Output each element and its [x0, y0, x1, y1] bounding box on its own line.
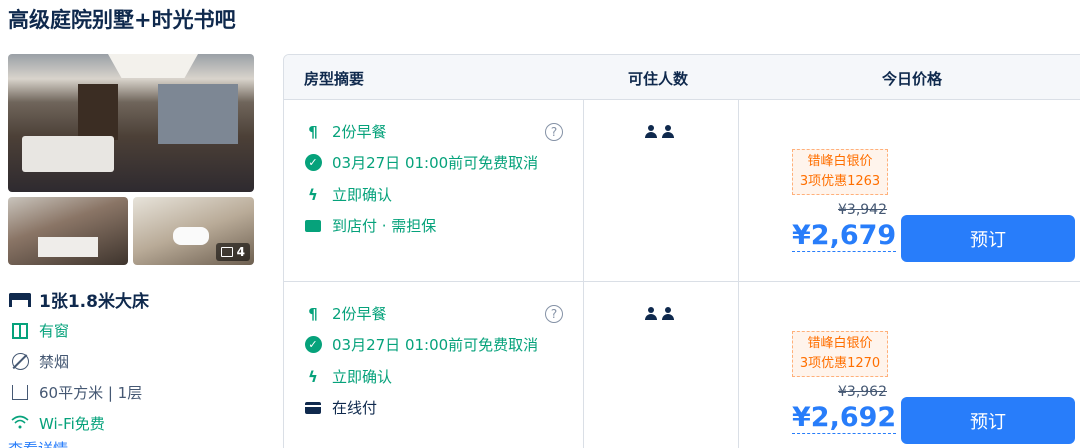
original-price: ¥3,962 — [838, 384, 887, 400]
lightning-icon: ϟ — [308, 185, 318, 204]
cancel-perk: ✓ 03月27日 01:00前可免费取消 — [304, 334, 538, 355]
header-occupancy: 可住人数 — [628, 70, 689, 88]
confirm-perk: ϟ 立即确认 — [304, 184, 392, 205]
rate-row: ¶ 2份早餐 ? ✓ 03月27日 01:00前可免费取消 ϟ 立即确认 在线付… — [284, 282, 1080, 448]
help-icon[interactable]: ? — [545, 305, 563, 323]
area-icon — [12, 385, 28, 400]
image-icon — [220, 247, 233, 257]
person-icon — [645, 125, 657, 139]
room-title: 高级庭院别墅+时光书吧 — [8, 8, 236, 32]
promo-detail: 3项优惠1263 — [799, 174, 881, 189]
wifi-text: Wi-Fi免费 — [39, 415, 105, 433]
rate-table: 房型摘要 可住人数 今日价格 ¶ 2份早餐 ? ✓ 03月27日 01:00前可… — [283, 54, 1080, 448]
bed-icon — [9, 292, 31, 307]
cancel-perk: ✓ 03月27日 01:00前可免费取消 — [304, 152, 538, 173]
bed-text: 1张1.8米大床 — [39, 292, 149, 312]
breakfast-perk: ¶ 2份早餐 — [304, 303, 387, 324]
window-icon — [12, 322, 28, 339]
wifi-fact: Wi-Fi免费 — [8, 408, 149, 439]
promo-badge[interactable]: 错峰白银价 3项优惠1270 — [792, 331, 888, 377]
promo-title: 错峰白银价 — [807, 336, 873, 351]
header-price: 今日价格 — [882, 70, 943, 88]
check-circle-icon: ✓ — [304, 154, 322, 171]
pay-at-hotel-icon — [305, 219, 321, 232]
lightning-icon: ϟ — [308, 367, 318, 386]
room-details-link[interactable]: 查看详情 — [8, 438, 68, 448]
cancel-text: 03月27日 01:00前可免费取消 — [332, 336, 539, 354]
fork-knife-icon: ¶ — [308, 304, 318, 323]
promo-detail: 3项优惠1270 — [799, 356, 881, 371]
person-icon — [645, 307, 657, 321]
occupancy-icons — [645, 307, 674, 321]
room-photo-thumb-1[interactable] — [8, 197, 128, 265]
promo-title: 错峰白银价 — [807, 154, 873, 169]
occupancy-icons — [645, 125, 674, 139]
smoking-text: 禁烟 — [39, 353, 70, 371]
book-button[interactable]: 预订 — [901, 215, 1075, 262]
breakfast-text: 2份早餐 — [332, 123, 387, 141]
window-fact: 有窗 — [8, 315, 149, 346]
card-icon — [305, 401, 321, 414]
confirm-perk: ϟ 立即确认 — [304, 366, 392, 387]
area-text: 60平方米 | 1层 — [39, 384, 143, 402]
person-icon — [662, 125, 674, 139]
smoking-fact: 禁烟 — [8, 346, 149, 377]
room-photo-thumb-2[interactable]: 4 — [133, 197, 254, 265]
breakfast-perk: ¶ 2份早餐 — [304, 121, 387, 142]
payment-perk: 在线付 — [304, 397, 377, 418]
confirm-text: 立即确认 — [332, 368, 393, 386]
breakfast-text: 2份早餐 — [332, 305, 387, 323]
original-price: ¥3,942 — [838, 202, 887, 218]
rate-row: ¶ 2份早餐 ? ✓ 03月27日 01:00前可免费取消 ϟ 立即确认 到店付… — [284, 100, 1080, 282]
payment-perk: 到店付 · 需担保 — [304, 215, 436, 236]
fork-knife-icon: ¶ — [308, 122, 318, 141]
bed-fact: 1张1.8米大床 — [8, 284, 149, 315]
payment-text: 在线付 — [332, 399, 378, 417]
no-smoking-icon — [11, 353, 29, 370]
book-button[interactable]: 预订 — [901, 397, 1075, 444]
promo-badge[interactable]: 错峰白银价 3项优惠1263 — [792, 149, 888, 195]
current-price[interactable]: ¥2,692 — [792, 402, 897, 434]
table-header: 房型摘要 可住人数 今日价格 — [284, 55, 1080, 100]
check-circle-icon: ✓ — [304, 336, 322, 353]
window-text: 有窗 — [39, 322, 70, 340]
confirm-text: 立即确认 — [332, 186, 393, 204]
photo-count-badge[interactable]: 4 — [215, 243, 250, 261]
current-price[interactable]: ¥2,679 — [792, 220, 897, 252]
area-fact: 60平方米 | 1层 — [8, 377, 149, 408]
wifi-icon — [11, 414, 29, 433]
room-photo-main[interactable] — [8, 54, 254, 192]
person-icon — [662, 307, 674, 321]
photo-count: 4 — [236, 245, 245, 259]
room-facts: 1张1.8米大床 有窗 禁烟 60平方米 | 1层 Wi-Fi免费 — [8, 284, 149, 439]
cancel-text: 03月27日 01:00前可免费取消 — [332, 154, 539, 172]
payment-text: 到店付 · 需担保 — [332, 217, 437, 235]
help-icon[interactable]: ? — [545, 123, 563, 141]
header-summary: 房型摘要 — [304, 70, 365, 88]
